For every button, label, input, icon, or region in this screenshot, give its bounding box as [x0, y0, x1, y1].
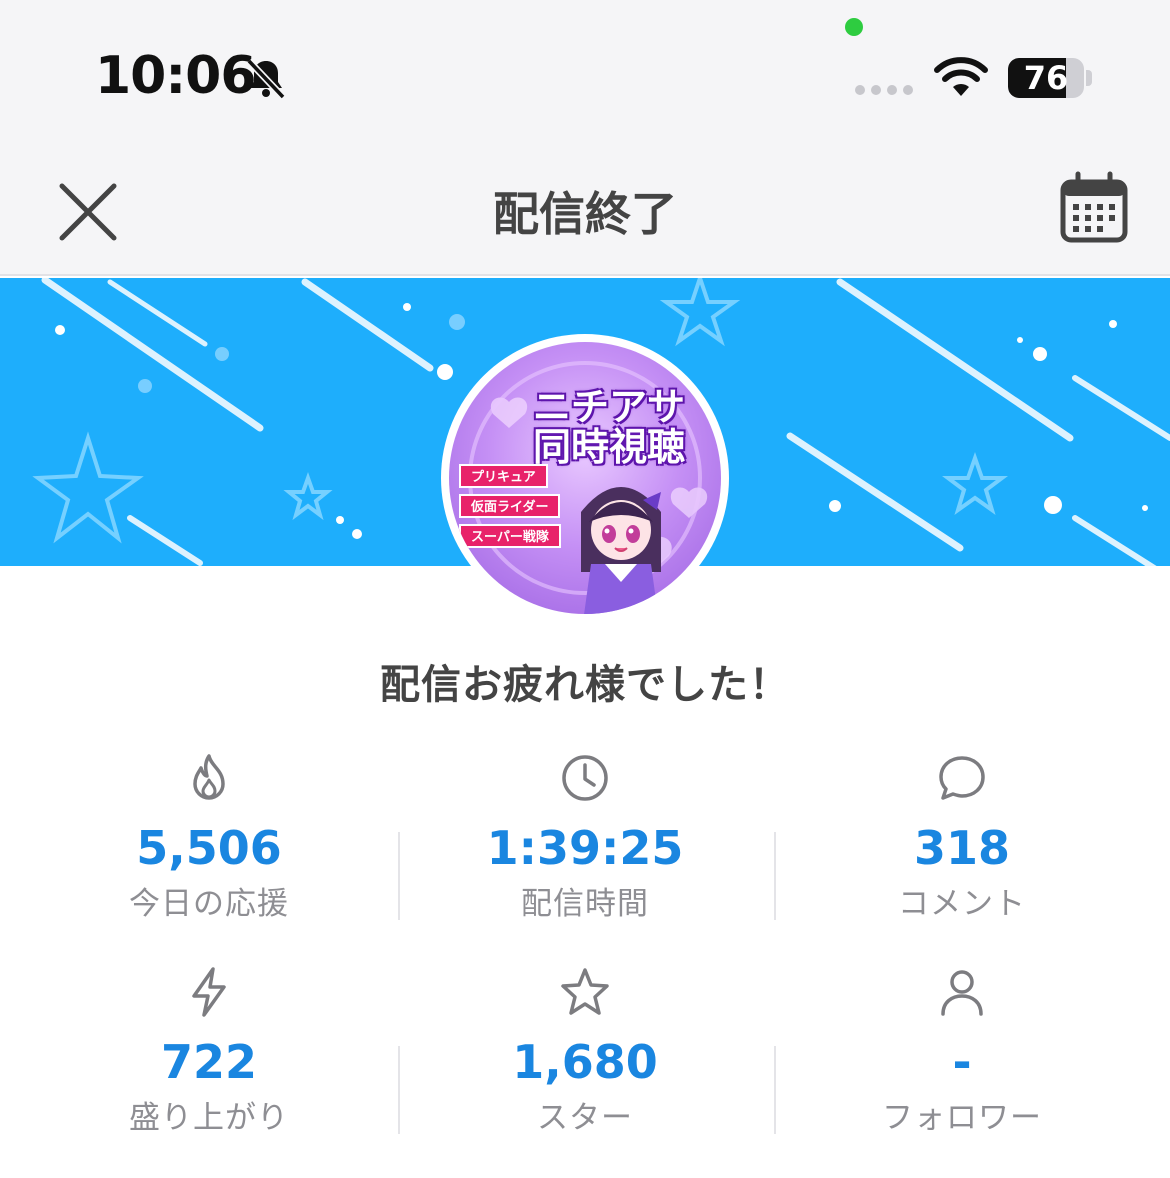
stat-value: 722: [160, 1035, 258, 1089]
thumbnail-tag: スーパー戦隊: [459, 524, 561, 548]
thumbnail-title-line2: 同時視聴: [532, 425, 685, 469]
thumbnail-title-line1: ニチアサ: [532, 385, 685, 429]
thumbnail-tag: 仮面ライダー: [459, 494, 561, 518]
privacy-indicator: [845, 18, 863, 36]
avatar[interactable]: ニチアサ 同時視聴 プリキュア 仮面ライダー スーパー戦隊: [441, 334, 729, 622]
stat-label: 配信時間: [521, 886, 649, 922]
flame-icon: [193, 754, 225, 800]
star-icon: [561, 968, 609, 1015]
stat-label: スター: [537, 1100, 633, 1136]
thumbnail-tag: プリキュア: [459, 464, 548, 488]
stat-cheers: 5,506 今日の応援: [21, 750, 397, 923]
stat-value: -: [952, 1035, 972, 1089]
stat-label: 盛り上がり: [129, 1100, 289, 1136]
wifi-icon: [934, 57, 988, 96]
stat-value: 1,680: [512, 1035, 658, 1089]
lightning-icon: [192, 967, 226, 1017]
page-title: 配信終了: [493, 187, 677, 241]
thanks-message: 配信お疲れ様でした！: [380, 662, 790, 708]
status-time: 10:06: [95, 46, 257, 106]
person-icon: [941, 970, 983, 1016]
cellular-signal-icon: [855, 85, 913, 95]
battery-percent: 76: [1023, 59, 1069, 97]
stat-value: 318: [913, 821, 1011, 875]
bell-muted-icon: [246, 58, 286, 100]
stat-duration: 1:39:25 配信時間: [397, 750, 773, 923]
stat-excitement: 722 盛り上がり: [21, 964, 397, 1137]
character-illustration: [581, 487, 661, 614]
divider: [398, 832, 400, 920]
stat-label: 今日の応援: [129, 886, 289, 922]
stat-followers: - フォロワー: [774, 964, 1150, 1137]
nav-header: 配信終了: [0, 140, 1170, 276]
stat-value: 1:39:25: [486, 821, 684, 875]
divider: [398, 1046, 400, 1134]
stream-thumbnail: ニチアサ 同時視聴 プリキュア 仮面ライダー スーパー戦隊: [449, 342, 721, 614]
stat-label: コメント: [898, 886, 1026, 922]
battery-indicator: 76: [1008, 58, 1084, 98]
divider: [774, 832, 776, 920]
stat-stars: 1,680 スター: [397, 964, 773, 1137]
stat-label: フォロワー: [882, 1100, 1042, 1136]
clock-icon: [562, 755, 608, 801]
stat-value: 5,506: [136, 821, 282, 875]
status-bar: 10:06 76: [0, 0, 1170, 140]
calendar-icon[interactable]: [1056, 170, 1132, 246]
divider: [774, 1046, 776, 1134]
comment-icon: [939, 756, 985, 800]
stat-comments: 318 コメント: [774, 750, 1150, 923]
